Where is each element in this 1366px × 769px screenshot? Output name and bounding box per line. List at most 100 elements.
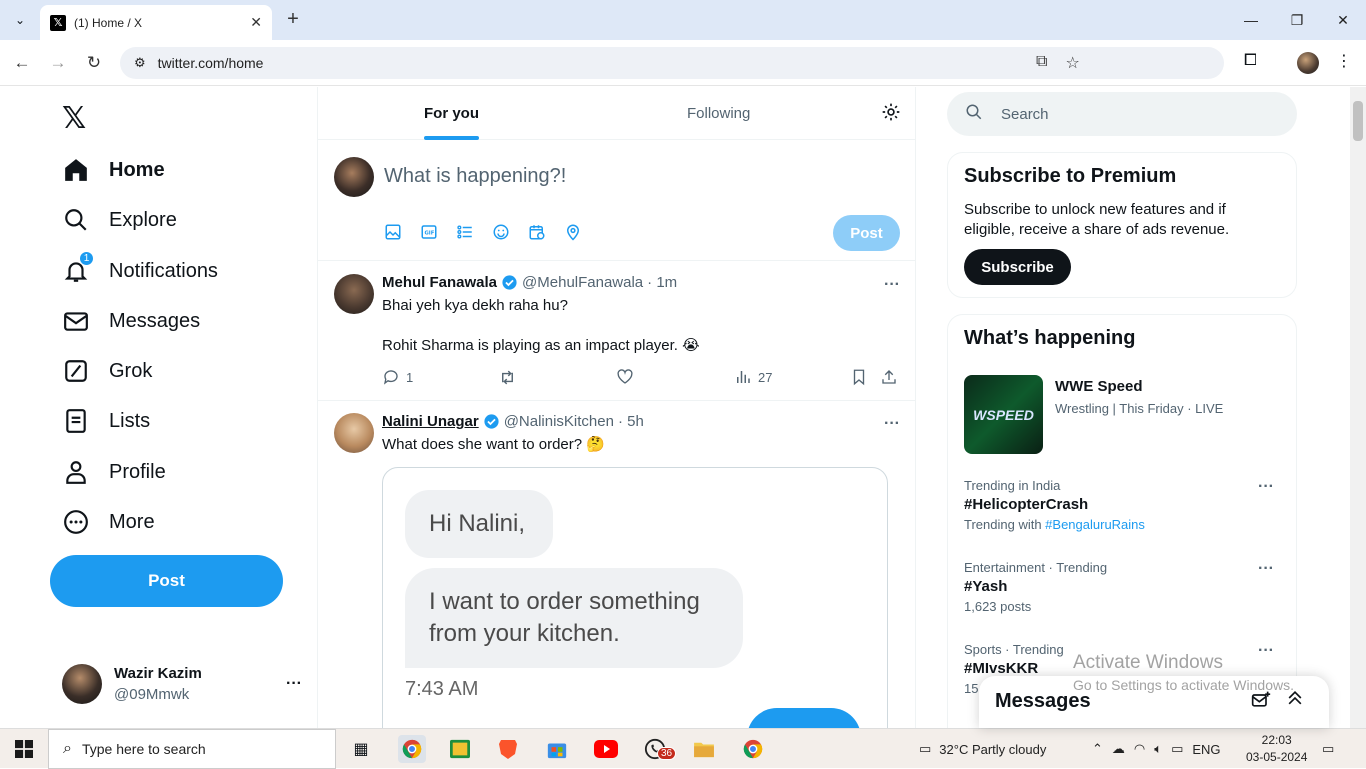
onedrive-icon[interactable]: ☁: [1112, 741, 1125, 757]
nav-notifications[interactable]: 1 Notifications: [62, 251, 218, 291]
profile-avatar[interactable]: [1297, 52, 1319, 74]
event-title[interactable]: WWE Speed: [1055, 378, 1143, 395]
tweet-author-name[interactable]: Mehul Fanawala: [382, 274, 497, 291]
language-indicator[interactable]: ENG: [1192, 742, 1220, 757]
repost-icon[interactable]: [498, 368, 517, 387]
compose-input[interactable]: What is happening?!: [384, 165, 566, 188]
close-tab-icon[interactable]: ✕: [250, 14, 262, 31]
url-text[interactable]: twitter.com/home: [158, 55, 264, 71]
avatar[interactable]: [334, 274, 374, 314]
poll-icon[interactable]: [456, 223, 474, 241]
restore-button[interactable]: ❐: [1274, 0, 1320, 40]
post-button[interactable]: Post: [50, 555, 283, 607]
more-dots-icon[interactable]: ···: [1258, 560, 1274, 578]
chat-bubble: I want to order something from your kitc…: [405, 568, 743, 668]
tab-for-you[interactable]: For you: [424, 87, 479, 140]
tweet-author-name[interactable]: Nalini Unagar: [382, 413, 479, 430]
new-tab-button[interactable]: +: [282, 8, 304, 30]
nav-home[interactable]: Home: [62, 150, 165, 190]
gear-icon[interactable]: [881, 102, 901, 128]
clock[interactable]: 22:03 03-05-2024: [1246, 732, 1307, 766]
page-scrollbar[interactable]: [1350, 87, 1366, 728]
gif-icon[interactable]: GIF: [420, 223, 438, 241]
image-icon[interactable]: [384, 223, 402, 241]
more-dots-icon[interactable]: ···: [286, 675, 302, 693]
youtube-icon[interactable]: [592, 735, 620, 763]
left-sidebar: 𝕏 Home Explore 1 Notifications Messages: [0, 87, 318, 728]
tweet[interactable]: Mehul Fanawala @MehulFanawala · 1m ··· B…: [318, 262, 916, 401]
avatar[interactable]: [334, 413, 374, 453]
nav-profile[interactable]: Profile: [62, 452, 166, 492]
search-input[interactable]: Search: [947, 92, 1297, 136]
trend-item[interactable]: Entertainment · Trending #Yash 1,623 pos…: [964, 560, 1284, 614]
windows-start-icon[interactable]: [0, 729, 48, 769]
browser-tab[interactable]: 𝕏 (1) Home / X ✕: [40, 5, 272, 40]
wifi-icon[interactable]: ◠: [1134, 741, 1145, 757]
chevron-up-icon[interactable]: ⌃: [1092, 741, 1103, 757]
tweet-media-card[interactable]: Hi Nalini, I want to order something fro…: [382, 467, 888, 728]
forward-button[interactable]: →: [45, 50, 71, 76]
trend-link[interactable]: #BengaluruRains: [1045, 517, 1145, 532]
chrome-icon[interactable]: [739, 735, 767, 763]
premium-text: Subscribe to unlock new features and if …: [964, 201, 1230, 238]
chrome-icon[interactable]: [398, 735, 426, 763]
tweet-time[interactable]: · 5h: [618, 413, 644, 430]
compose-post-button[interactable]: Post: [833, 215, 900, 251]
classroom-icon[interactable]: [446, 735, 474, 763]
views-button[interactable]: 27: [734, 368, 772, 386]
x-logo-icon[interactable]: 𝕏: [62, 101, 86, 136]
tweet-author-handle[interactable]: @NalinisKitchen: [504, 413, 614, 430]
schedule-icon[interactable]: [528, 223, 546, 241]
taskbar-search[interactable]: ⌕ Type here to search: [48, 729, 336, 769]
trend-item[interactable]: Trending in India #HelicopterCrash Trend…: [964, 478, 1284, 532]
nav-grok[interactable]: Grok: [62, 351, 152, 391]
share-icon[interactable]: [880, 368, 898, 386]
store-icon[interactable]: [543, 735, 571, 763]
whatsapp-icon[interactable]: 36: [641, 735, 677, 763]
extensions-icon[interactable]: ⧠: [1244, 52, 1257, 70]
address-bar[interactable]: ⚙ twitter.com/home ⧉ ☆: [120, 47, 1224, 79]
back-button[interactable]: ←: [9, 50, 35, 76]
reload-button[interactable]: ↻: [81, 50, 107, 76]
emoji-icon[interactable]: [492, 223, 510, 241]
tweet[interactable]: Nalini Unagar @NalinisKitchen · 5h ··· W…: [318, 401, 916, 728]
battery-icon[interactable]: ▭: [1171, 741, 1183, 757]
bell-icon: 1: [62, 251, 94, 285]
tab-search-button[interactable]: ⌄: [8, 8, 32, 32]
site-info-icon[interactable]: ⚙: [134, 55, 146, 71]
notification-badge: 1: [79, 251, 94, 266]
tab-following[interactable]: Following: [687, 87, 750, 140]
scrollbar-thumb[interactable]: [1353, 101, 1363, 141]
avatar: [334, 157, 374, 197]
task-view-icon[interactable]: ▦: [347, 735, 375, 763]
event-thumbnail[interactable]: WSPEED: [964, 375, 1043, 454]
tweet-author-handle[interactable]: @MehulFanawala: [522, 274, 643, 291]
nav-lists[interactable]: Lists: [62, 401, 150, 441]
whatsapp-badge: 36: [657, 747, 677, 760]
notification-center-icon[interactable]: ▭: [1322, 729, 1334, 769]
minimize-button[interactable]: —: [1228, 0, 1274, 40]
tweet-time[interactable]: · 1m: [647, 274, 677, 291]
nav-more[interactable]: More: [62, 502, 155, 542]
reply-button[interactable]: 1: [382, 368, 413, 386]
nav-messages[interactable]: Messages: [62, 301, 200, 341]
account-switcher[interactable]: Wazir Kazim @09Mmwk ···: [62, 663, 302, 705]
more-dots-icon[interactable]: ···: [884, 415, 900, 433]
volume-icon[interactable]: 🔈︎: [1154, 741, 1162, 757]
location-icon[interactable]: [564, 223, 582, 241]
close-window-button[interactable]: ✕: [1320, 0, 1366, 40]
weather-widget[interactable]: ▭ 32°C Partly cloudy: [919, 729, 1046, 769]
bookmark-icon[interactable]: [850, 368, 868, 386]
whats-happening-title: What’s happening: [964, 327, 1136, 349]
browser-menu-icon[interactable]: ⋮: [1336, 51, 1352, 71]
like-icon[interactable]: [616, 368, 634, 386]
more-dots-icon[interactable]: ···: [1258, 478, 1274, 496]
brave-icon[interactable]: [494, 735, 522, 763]
more-dots-icon[interactable]: ···: [884, 276, 900, 294]
subscribe-button[interactable]: Subscribe: [964, 249, 1071, 285]
x-favicon-icon: 𝕏: [50, 14, 66, 31]
system-tray: ⌃ ☁ ◠ 🔈︎ ▭ ENG: [1092, 729, 1221, 769]
nav-explore[interactable]: Explore: [62, 200, 177, 240]
views-count: 27: [758, 369, 773, 385]
file-explorer-icon[interactable]: [690, 735, 718, 763]
